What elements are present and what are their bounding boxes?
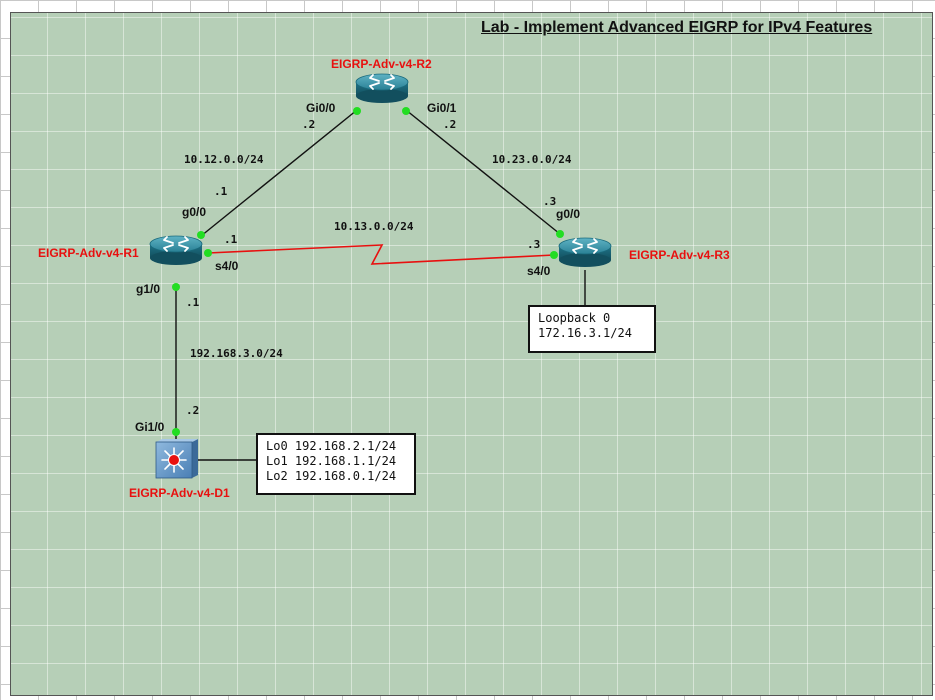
note-d1-loopbacks: Lo0 192.168.2.1/24 Lo1 192.168.1.1/24 Lo…	[256, 433, 416, 495]
host-id-r2-gi0-0: .2	[302, 118, 316, 131]
network-label-r1-r2: 10.12.0.0/24	[184, 153, 264, 166]
host-id-r3-g0-0: .3	[543, 195, 557, 208]
router-r2-icon[interactable]	[355, 73, 409, 104]
multilayer-switch-d1-icon[interactable]	[155, 439, 198, 479]
device-label-d1: EIGRP-Adv-v4-D1	[129, 486, 230, 500]
device-label-r3: EIGRP-Adv-v4-R3	[629, 248, 730, 262]
host-id-r1-g0-0: .1	[214, 185, 228, 198]
device-label-r1: EIGRP-Adv-v4-R1	[38, 246, 139, 260]
topology-workspace: Lab - Implement Advanced EIGRP for IPv4 …	[0, 0, 935, 700]
port-dot-r3-g0-0[interactable]	[556, 230, 564, 238]
network-label-r2-r3: 10.23.0.0/24	[492, 153, 572, 166]
port-dot-r2-gi0-0[interactable]	[353, 107, 361, 115]
note-line: Loopback 0	[538, 311, 611, 325]
interface-label-r1-g0-0: g0/0	[182, 205, 207, 219]
network-label-r1-d1: 192.168.3.0/24	[190, 347, 283, 360]
topology-diagram	[149, 73, 612, 479]
port-dot-r1-g1-0[interactable]	[172, 283, 180, 291]
lab-title: Lab - Implement Advanced EIGRP for IPv4 …	[481, 19, 873, 36]
port-dot-r1-g0-0[interactable]	[197, 231, 205, 239]
interface-label-r3-g0-0: g0/0	[556, 207, 581, 221]
router-r1-icon[interactable]	[149, 235, 203, 266]
interface-label-r3-s4-0: s4/0	[527, 264, 551, 278]
router-r3-icon[interactable]	[558, 237, 612, 268]
device-label-r2: EIGRP-Adv-v4-R2	[331, 57, 432, 71]
port-dot-r3-s4-0[interactable]	[550, 251, 558, 259]
port-dot-d1-gi1-0[interactable]	[172, 428, 180, 436]
host-id-d1-gi1-0: .2	[186, 404, 200, 417]
note-line: Lo2 192.168.0.1/24	[266, 469, 397, 483]
interface-label-r1-g1-0: g1/0	[136, 282, 161, 296]
note-line: 172.16.3.1/24	[538, 326, 632, 340]
host-id-r3-s4-0: .3	[527, 238, 541, 251]
link-r2-r3[interactable]	[405, 109, 561, 235]
note-line: Lo1 192.168.1.1/24	[266, 454, 397, 468]
interface-label-d1-gi1-0: Gi1/0	[135, 420, 165, 434]
interface-label-r2-gi0-1: Gi0/1	[427, 101, 457, 115]
network-label-r1-r3: 10.13.0.0/24	[334, 220, 414, 233]
link-r1-r2[interactable]	[200, 109, 358, 237]
link-r1-r3-serial[interactable]	[207, 244, 555, 265]
interface-label-r1-s4-0: s4/0	[215, 259, 239, 273]
note-line: Lo0 192.168.2.1/24	[266, 439, 397, 453]
interface-label-r2-gi0-0: Gi0/0	[306, 101, 336, 115]
port-dot-r2-gi0-1[interactable]	[402, 107, 410, 115]
note-r3-loopback: Loopback 0 172.16.3.1/24	[528, 305, 656, 353]
host-id-r1-g1-0: .1	[186, 296, 200, 309]
host-id-r2-gi0-1: .2	[443, 118, 457, 131]
host-id-r1-s4-0: .1	[224, 233, 238, 246]
port-dot-r1-s4-0[interactable]	[204, 249, 212, 257]
